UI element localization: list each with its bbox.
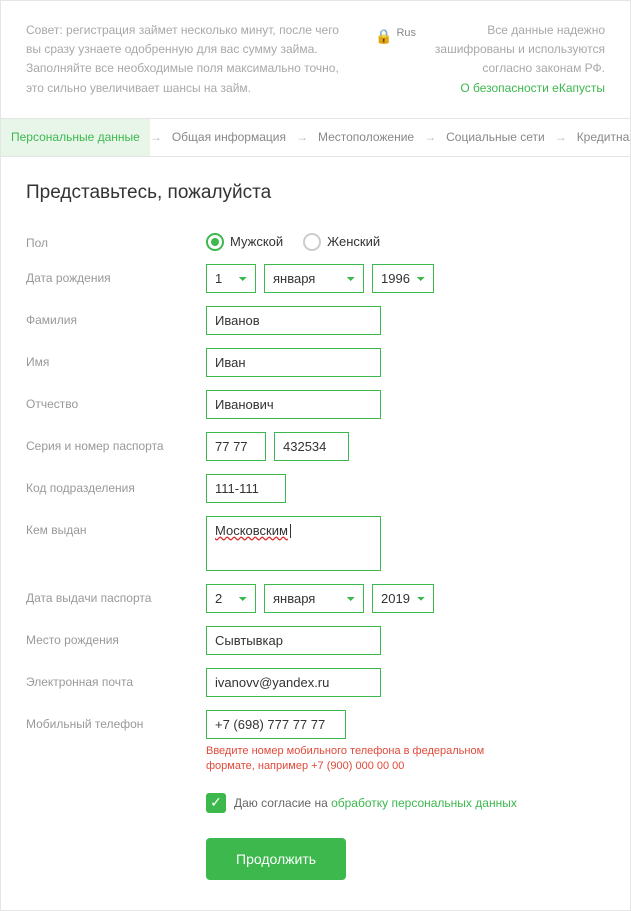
label-birth-date: Дата рождения bbox=[26, 264, 206, 285]
birth-day-select[interactable]: 1 bbox=[206, 264, 256, 293]
label-patronymic: Отчество bbox=[26, 390, 206, 411]
label-phone: Мобильный телефон bbox=[26, 710, 206, 731]
chevron-right-icon: → bbox=[424, 130, 436, 144]
radio-male[interactable]: Мужской bbox=[206, 233, 283, 251]
passport-series-input[interactable] bbox=[206, 432, 266, 461]
step-personal[interactable]: Персональные данные bbox=[1, 119, 150, 157]
birth-place-input[interactable] bbox=[206, 626, 381, 655]
step-social[interactable]: Социальные сети bbox=[436, 119, 555, 157]
issue-day-select[interactable]: 2 bbox=[206, 584, 256, 613]
page-title: Представьтесь, пожалуйста bbox=[26, 182, 605, 204]
label-issue-date: Дата выдачи паспорта bbox=[26, 584, 206, 605]
label-dept-code: Код подразделения bbox=[26, 474, 206, 495]
step-nav: Персональные данные → Общая информация →… bbox=[1, 119, 630, 157]
security-badge: 🔒 Rus bbox=[375, 21, 416, 98]
step-location[interactable]: Местоположение bbox=[308, 119, 424, 157]
phone-input[interactable] bbox=[206, 710, 346, 739]
continue-button[interactable]: Продолжить bbox=[206, 838, 346, 880]
chevron-right-icon: → bbox=[296, 130, 308, 144]
first-name-input[interactable] bbox=[206, 348, 381, 377]
chevron-right-icon: → bbox=[555, 130, 567, 144]
lock-badge-text: Rus bbox=[396, 25, 416, 43]
security-text: Все данные надежно зашифрованы и использ… bbox=[435, 23, 605, 75]
label-birth-place: Место рождения bbox=[26, 626, 206, 647]
last-name-input[interactable] bbox=[206, 306, 381, 335]
passport-number-input[interactable] bbox=[274, 432, 349, 461]
label-gender: Пол bbox=[26, 229, 206, 250]
label-passport: Серия и номер паспорта bbox=[26, 432, 206, 453]
birth-year-select[interactable]: 1996 bbox=[372, 264, 434, 293]
label-issued-by: Кем выдан bbox=[26, 516, 206, 537]
consent-checkbox[interactable]: ✓ bbox=[206, 793, 226, 813]
issue-year-select[interactable]: 2019 bbox=[372, 584, 434, 613]
label-last-name: Фамилия bbox=[26, 306, 206, 327]
consent-text: Даю согласие на обработку персональных д… bbox=[234, 796, 517, 810]
radio-female[interactable]: Женский bbox=[303, 233, 380, 251]
chevron-right-icon: → bbox=[150, 130, 162, 144]
radio-female-label: Женский bbox=[327, 234, 380, 249]
phone-error: Введите номер мобильного телефона в феде… bbox=[206, 744, 506, 775]
lock-icon: 🔒 bbox=[375, 25, 392, 47]
issued-by-input[interactable]: Московским bbox=[206, 516, 381, 571]
advice-text: Совет: регистрация займет несколько мину… bbox=[26, 21, 345, 98]
radio-male-label: Мужской bbox=[230, 234, 283, 249]
step-credit[interactable]: Кредитная история bbox=[567, 119, 630, 157]
email-input[interactable] bbox=[206, 668, 381, 697]
step-general[interactable]: Общая информация bbox=[162, 119, 296, 157]
label-first-name: Имя bbox=[26, 348, 206, 369]
birth-month-select[interactable]: января bbox=[264, 264, 364, 293]
patronymic-input[interactable] bbox=[206, 390, 381, 419]
issue-month-select[interactable]: января bbox=[264, 584, 364, 613]
label-email: Электронная почта bbox=[26, 668, 206, 689]
consent-link[interactable]: обработку персональных данных bbox=[331, 796, 517, 810]
dept-code-input[interactable] bbox=[206, 474, 286, 503]
security-link[interactable]: О безопасности еКапусты bbox=[460, 81, 605, 95]
